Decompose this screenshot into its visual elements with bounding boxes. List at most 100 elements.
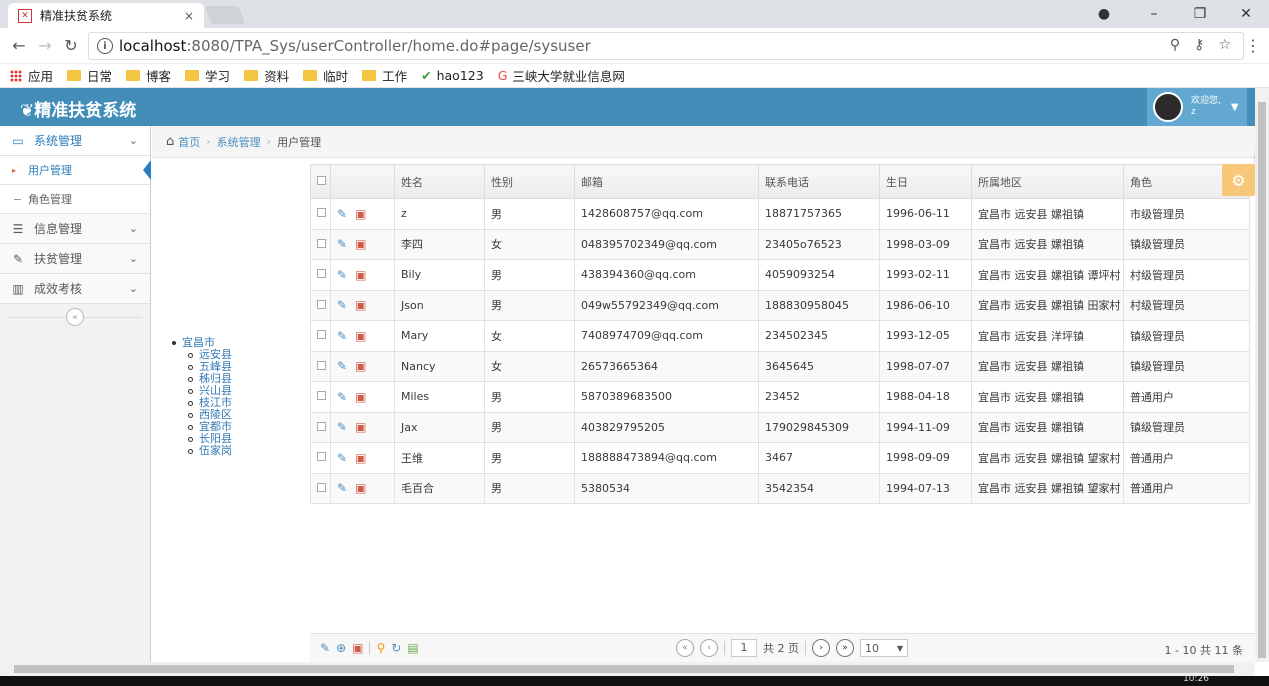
sidebar-subitem-users[interactable]: ▸ 用户管理 (0, 156, 151, 185)
bookmark-folder[interactable]: 资料 (244, 66, 289, 85)
table-row[interactable]: ✎ ▣ Miles 男 5870389683500 23452 1988-04-18 宜昌市 … (310, 381, 1250, 413)
column-header-email[interactable]: 邮箱 (574, 164, 759, 199)
address-bar[interactable]: i localhost :8080/TPA_Sys/userController… (88, 32, 1244, 60)
pencil-icon[interactable]: ✎ (337, 420, 347, 434)
column-header-region[interactable]: 所属地区 (971, 164, 1124, 199)
table-row[interactable]: ✎ ▣ Json 男 049w55792349@qq.com 188830958045 19… (310, 289, 1250, 321)
page-size-select[interactable]: 10 ▼ (860, 639, 908, 657)
table-row[interactable]: ✎ ▣ z 男 1428608757@qq.com 18871757365 1996-06-… (310, 198, 1250, 230)
sidebar-item-system[interactable]: ▭ 系统管理 ⌄ (0, 126, 150, 156)
pencil-icon[interactable]: ✎ (337, 207, 347, 221)
bookmark-folder[interactable]: 临时 (303, 66, 348, 85)
pencil-icon[interactable]: ✎ (337, 481, 347, 495)
trash-icon[interactable]: ▣ (355, 390, 366, 404)
browser-menu-icon[interactable]: ⋮ (1245, 36, 1261, 55)
table-row[interactable]: ✎ ▣ Jax 男 403829795205 179029845309 1994-11-09… (310, 411, 1250, 443)
tab-close-icon[interactable]: × (184, 9, 194, 23)
edit-icon[interactable]: ✎ (320, 641, 330, 655)
profile-icon[interactable]: ● (1081, 0, 1127, 28)
bookmark-apps[interactable]: 应用 (10, 66, 53, 85)
sidebar-item-poverty[interactable]: ✎ 扶贫管理 ⌄ (0, 244, 150, 274)
sidebar-item-assessment[interactable]: ▥ 成效考核 ⌄ (0, 274, 150, 304)
bookmark-folder[interactable]: 博客 (126, 66, 171, 85)
row-checkbox[interactable] (310, 411, 331, 443)
next-page-icon[interactable]: › (812, 639, 830, 657)
trash-icon[interactable]: ▣ (355, 329, 366, 343)
star-icon[interactable]: ☆ (1218, 37, 1231, 53)
table-row[interactable]: ✎ ▣ 王维男 188888473894@qq.com 3467 1998-09-09 宜昌… (310, 442, 1250, 474)
bookmark-hao123[interactable]: ✔ hao123 (421, 68, 484, 83)
bookmark-folder[interactable]: 工作 (362, 66, 407, 85)
view-icon[interactable]: ⊕ (336, 641, 346, 655)
pencil-icon[interactable]: ✎ (337, 329, 347, 343)
row-checkbox[interactable] (310, 228, 331, 260)
pencil-icon[interactable]: ✎ (337, 237, 347, 251)
breadcrumb-home[interactable]: 首页 (178, 134, 200, 150)
row-checkbox[interactable] (310, 320, 331, 352)
refresh-icon[interactable]: ↻ (391, 641, 401, 655)
table-row[interactable]: ✎ ▣ Bily 男 438394360@qq.com 4059093254 1993-02… (310, 259, 1250, 291)
reload-icon[interactable]: ↻ (58, 36, 84, 55)
trash-icon[interactable]: ▣ (355, 268, 366, 282)
trash-icon[interactable]: ▣ (352, 641, 363, 655)
bookmark-folder[interactable]: 日常 (67, 66, 112, 85)
row-checkbox[interactable] (310, 289, 331, 321)
trash-icon[interactable]: ▣ (355, 237, 366, 251)
trash-icon[interactable]: ▣ (355, 298, 366, 312)
sidebar-subitem-roles[interactable]: 角色管理 (0, 185, 150, 214)
gear-icon[interactable]: ⚙ (1222, 164, 1255, 196)
collapse-icon[interactable]: « (66, 308, 84, 326)
column-header-gender[interactable]: 性别 (484, 164, 575, 199)
first-page-icon[interactable]: « (676, 639, 694, 657)
browser-tab[interactable]: ✕ 精准扶贫系统 × (8, 3, 204, 28)
tree-node[interactable]: 伍家岗 (172, 445, 232, 457)
trash-icon[interactable]: ▣ (355, 451, 366, 465)
row-checkbox[interactable] (310, 381, 331, 413)
table-row[interactable]: ✎ ▣ 毛百合男 5380534 3542354 1994-07-13 宜昌市 远安县 嫘祖… (310, 472, 1250, 504)
table-row[interactable]: ✎ ▣ 李四女 048395702349@qq.com 23405o76523 1998-… (310, 228, 1250, 260)
breadcrumb-section[interactable]: 系统管理 (217, 134, 261, 150)
close-window-icon[interactable]: ✕ (1223, 0, 1269, 28)
back-icon[interactable]: ← (6, 36, 32, 55)
export-excel-icon[interactable]: ▤ (407, 641, 418, 655)
row-checkbox[interactable] (310, 442, 331, 474)
trash-icon[interactable]: ▣ (355, 420, 366, 434)
search-icon[interactable]: ⚲ (376, 641, 385, 655)
horizontal-scrollbar[interactable] (0, 662, 1255, 676)
brand-title[interactable]: ❦精准扶贫系统 (20, 96, 136, 121)
table-row[interactable]: ✎ ▣ Mary 女 7408974709@qq.com 234502345 1993-12… (310, 320, 1250, 352)
vertical-scrollbar[interactable] (1255, 88, 1269, 662)
pencil-icon[interactable]: ✎ (337, 298, 347, 312)
restore-icon[interactable]: ❐ (1177, 0, 1223, 28)
sidebar-item-info[interactable]: ☰ 信息管理 ⌄ (0, 214, 150, 244)
new-tab-button[interactable] (204, 6, 246, 24)
welcome-text: 欢迎您, z (1191, 96, 1221, 117)
trash-icon[interactable]: ▣ (355, 207, 366, 221)
column-header-name[interactable]: 姓名 (394, 164, 485, 199)
pencil-icon[interactable]: ✎ (337, 268, 347, 282)
minimize-icon[interactable]: – (1131, 0, 1177, 28)
row-checkbox[interactable] (310, 198, 331, 230)
row-checkbox[interactable] (310, 472, 331, 504)
last-page-icon[interactable]: » (836, 639, 854, 657)
select-all-checkbox[interactable] (310, 164, 331, 199)
bookmark-folder[interactable]: 学习 (185, 66, 230, 85)
bookmark-ctgu[interactable]: G 三峡大学就业信息网 (498, 66, 625, 85)
pencil-icon[interactable]: ✎ (337, 451, 347, 465)
trash-icon[interactable]: ▣ (355, 359, 366, 373)
row-checkbox[interactable] (310, 259, 331, 291)
zoom-icon[interactable]: ⚲ (1170, 37, 1180, 53)
trash-icon[interactable]: ▣ (355, 481, 366, 495)
column-header-phone[interactable]: 联系电话 (758, 164, 880, 199)
pencil-icon[interactable]: ✎ (337, 359, 347, 373)
prev-page-icon[interactable]: ‹ (700, 639, 718, 657)
forward-icon[interactable]: → (32, 36, 58, 55)
column-header-birthday[interactable]: 生日 (879, 164, 972, 199)
user-menu[interactable]: 欢迎您, z ▼ (1147, 88, 1247, 126)
key-icon[interactable]: ⚷ (1194, 37, 1204, 53)
info-icon[interactable]: i (97, 38, 113, 54)
row-checkbox[interactable] (310, 350, 331, 382)
page-number-input[interactable]: 1 (731, 639, 757, 657)
pencil-icon[interactable]: ✎ (337, 390, 347, 404)
table-row[interactable]: ✎ ▣ Nancy 女 26573665364 3645645 1998-07-07 宜昌市 … (310, 350, 1250, 382)
